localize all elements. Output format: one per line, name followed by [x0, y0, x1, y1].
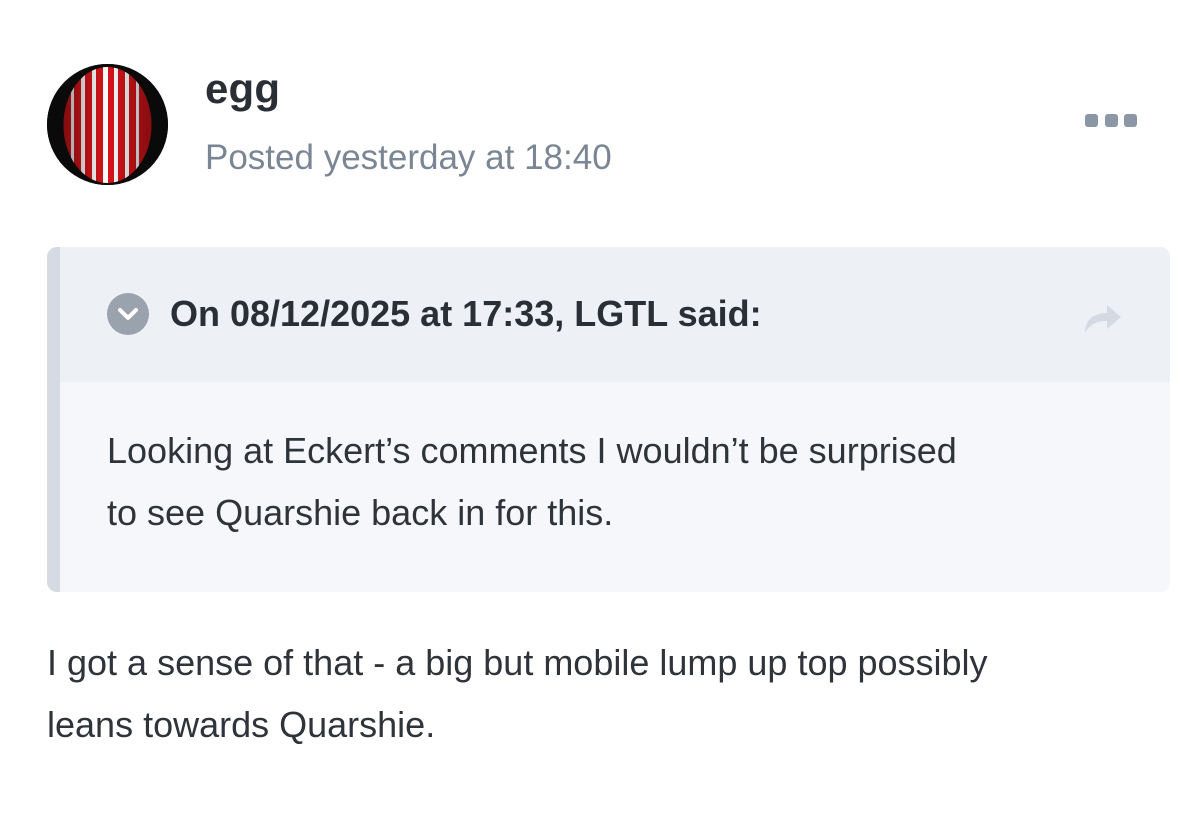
author-name[interactable]: egg: [205, 64, 280, 114]
quote-accent-bar: [47, 247, 60, 592]
dot: [1104, 113, 1118, 127]
ellipsis-icon[interactable]: [1085, 110, 1137, 130]
post-line: I got a sense of that - a big but mobile…: [47, 642, 988, 683]
quote-line: Looking at Eckert’s comments I wouldn’t …: [107, 430, 957, 471]
quote-citation[interactable]: On 08/12/2025 at 17:33, LGTL said:: [170, 292, 762, 336]
quote-line: to see Quarshie back in for this.: [107, 492, 614, 533]
forum-post: egg Posted yesterday at 18:40 On 08/12/2…: [0, 0, 1200, 823]
quote-content: Looking at Eckert’s comments I wouldn’t …: [107, 420, 1127, 544]
egg-avatar-image: [47, 64, 168, 185]
dot: [1124, 113, 1137, 127]
post-timestamp[interactable]: Posted yesterday at 18:40: [205, 137, 612, 179]
post-line: leans towards Quarshie.: [47, 704, 436, 745]
post-content: I got a sense of that - a big but mobile…: [47, 632, 1167, 756]
avatar[interactable]: [47, 64, 168, 185]
dot: [1085, 113, 1098, 127]
chevron-down-icon[interactable]: [107, 293, 149, 335]
share-arrow-icon[interactable]: [1081, 301, 1123, 335]
